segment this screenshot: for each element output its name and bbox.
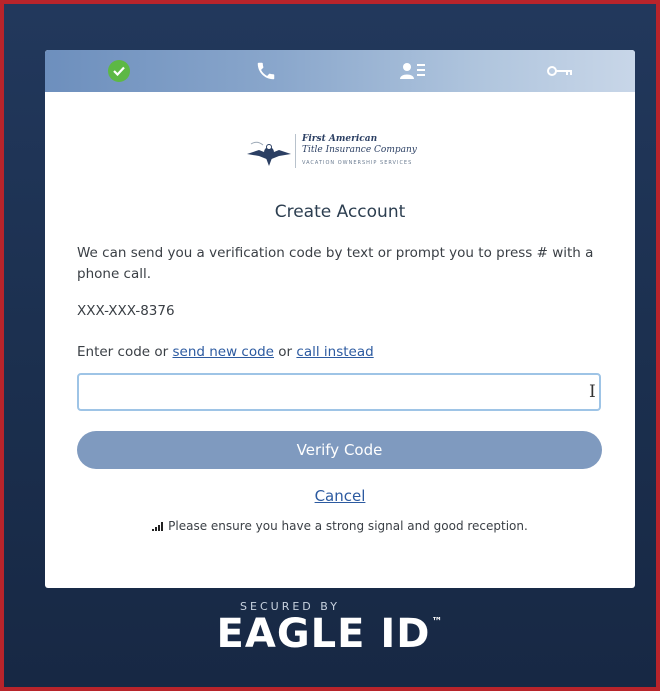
page-title: Create Account bbox=[274, 202, 406, 222]
verification-code-input[interactable] bbox=[77, 373, 601, 411]
contact-card-icon bbox=[400, 63, 425, 79]
eagle-id-text: EAGLE ID bbox=[216, 611, 431, 657]
first-american-logo: First American Title Insurance Company V… bbox=[245, 130, 435, 172]
logo-divider bbox=[295, 134, 296, 168]
verify-code-button[interactable]: Verify Code bbox=[77, 431, 602, 469]
logo-tagline: VACATION OWNERSHIP SERVICES bbox=[302, 160, 413, 166]
send-new-code-link[interactable]: send new code bbox=[172, 344, 274, 360]
code-prompt-prefix: Enter code or bbox=[77, 344, 173, 360]
signal-note-text: Please ensure you have a strong signal a… bbox=[168, 519, 528, 533]
text-cursor-icon: I bbox=[589, 382, 596, 402]
cancel-row: Cancel bbox=[45, 487, 635, 505]
eagle-seal-icon bbox=[247, 141, 291, 166]
logo-company-name: First American bbox=[302, 134, 378, 144]
code-prompt: Enter code or send new code or call inst… bbox=[77, 344, 374, 360]
progress-steps bbox=[45, 50, 635, 92]
step-password bbox=[530, 50, 590, 92]
cancel-link[interactable]: Cancel bbox=[315, 487, 366, 505]
step-phone bbox=[236, 50, 296, 92]
logo-company-subname: Title Insurance Company bbox=[302, 145, 417, 155]
eagle-id-logo: EAGLE ID™ bbox=[0, 611, 660, 657]
trademark-symbol: ™ bbox=[431, 615, 444, 628]
step-verified bbox=[89, 50, 149, 92]
key-icon bbox=[547, 66, 572, 76]
signal-note: Please ensure you have a strong signal a… bbox=[45, 519, 635, 533]
phone-icon bbox=[257, 62, 275, 80]
signal-strength-icon bbox=[152, 522, 164, 531]
verification-card: First American Title Insurance Company V… bbox=[45, 50, 635, 588]
masked-phone-number: XXX-XXX-8376 bbox=[77, 303, 175, 319]
check-icon bbox=[108, 60, 130, 82]
footer-branding: SECURED BY EAGLE ID™ bbox=[0, 600, 660, 657]
code-prompt-or: or bbox=[274, 344, 297, 360]
instructions-text: We can send you a verification code by t… bbox=[77, 245, 594, 282]
step-profile bbox=[383, 50, 443, 92]
call-instead-link[interactable]: call instead bbox=[296, 344, 373, 360]
